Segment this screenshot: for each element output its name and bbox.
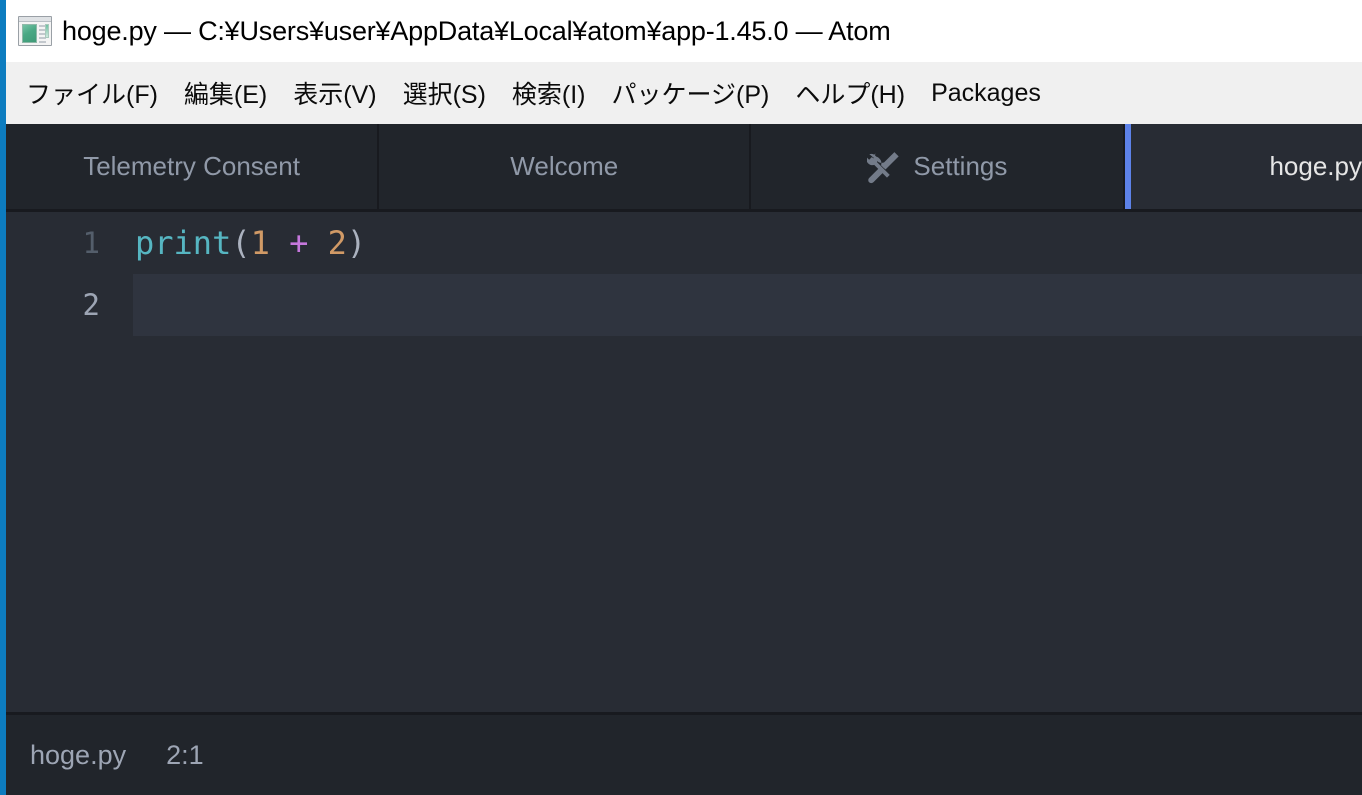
status-bar: hoge.py 2:1 <box>0 712 1362 795</box>
tab-label: Settings <box>913 151 1008 181</box>
token-paren-open: ( <box>231 224 251 262</box>
tab-hoge-py[interactable]: hoge.py <box>1125 124 1362 209</box>
atom-window: hoge.py — C:¥Users¥user¥AppData¥Local¥at… <box>0 0 1362 795</box>
menu-item-packages-ja[interactable]: パッケージ(P) <box>599 75 783 111</box>
tab-bar: Telemetry Consent Welcome Settings hoge.… <box>0 124 1362 212</box>
token-operator: + <box>289 224 309 262</box>
window-frame-accent-left <box>0 0 6 795</box>
status-cursor-position[interactable]: 2:1 <box>166 740 204 771</box>
status-file-name[interactable]: hoge.py <box>30 740 126 771</box>
token-number-one: 1 <box>250 224 270 262</box>
menu-bar: ファイル(F) 編集(E) 表示(V) 選択(S) 検索(I) パッケージ(P)… <box>0 62 1362 124</box>
tab-label: Welcome <box>510 151 619 181</box>
editor-line-2: 2 <box>0 274 1362 336</box>
line-number: 1 <box>82 226 100 260</box>
menu-item-find[interactable]: 検索(I) <box>499 75 599 111</box>
token-space-1 <box>270 224 289 262</box>
tools-icon <box>866 150 901 184</box>
window-title: hoge.py — C:¥Users¥user¥AppData¥Local¥at… <box>62 15 891 46</box>
code-line-content[interactable]: print ( 1 + 2 ) <box>133 212 1362 274</box>
atom-window-icon <box>18 16 52 46</box>
token-space-2 <box>308 224 327 262</box>
tab-settings[interactable]: Settings <box>751 124 1126 209</box>
code-editor[interactable]: 1 print ( 1 + 2 ) 2 <box>0 212 1362 712</box>
tab-welcome[interactable]: Welcome <box>379 124 752 209</box>
editor-line-1: 1 print ( 1 + 2 ) <box>0 212 1362 274</box>
token-function: print <box>135 224 232 262</box>
menu-item-edit[interactable]: 編集(E) <box>171 75 280 111</box>
tab-label: hoge.py <box>1269 151 1362 181</box>
tab-label: Telemetry Consent <box>83 151 300 181</box>
menu-item-help[interactable]: ヘルプ(H) <box>782 75 918 111</box>
token-paren-close: ) <box>346 224 367 262</box>
token-number-two: 2 <box>327 224 347 262</box>
menu-item-select[interactable]: 選択(S) <box>390 75 499 111</box>
tab-telemetry-consent[interactable]: Telemetry Consent <box>6 124 380 209</box>
line-number: 2 <box>82 288 100 322</box>
title-bar: hoge.py — C:¥Users¥user¥AppData¥Local¥at… <box>0 0 1362 62</box>
code-line-content[interactable] <box>133 274 1362 336</box>
menu-item-view[interactable]: 表示(V) <box>280 75 389 111</box>
menu-item-packages[interactable]: Packages <box>918 79 1054 108</box>
menu-item-file[interactable]: ファイル(F) <box>20 75 171 111</box>
